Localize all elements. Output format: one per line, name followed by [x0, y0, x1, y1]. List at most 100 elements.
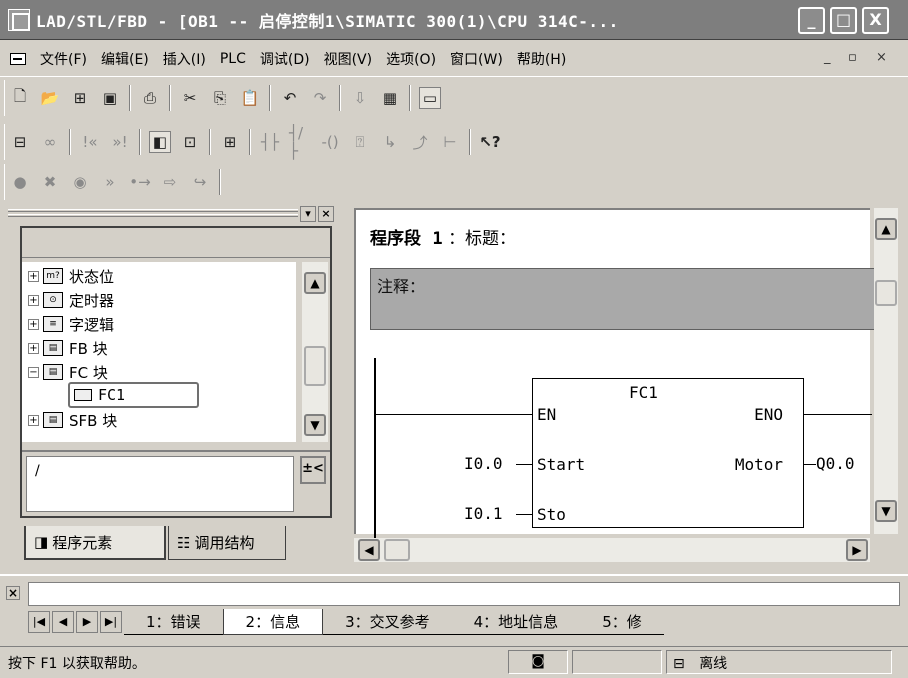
help-pointer-icon[interactable]: ↖? [479, 131, 501, 153]
menu-window[interactable]: 窗口(W) [450, 49, 503, 69]
output-content[interactable] [28, 582, 900, 606]
element-tree[interactable]: + m? 状态位 + ⊙ 定时器 + ≡ 字逻辑 + ▤ FB 块 − ▤ FC… [22, 262, 296, 442]
scroll-down-button[interactable]: ▼ [304, 414, 326, 436]
overview-icon[interactable]: ▭ [419, 87, 441, 109]
motor-operand[interactable]: Q0.0 [816, 454, 855, 473]
delete-breakpoint-icon[interactable]: ✖ [39, 171, 61, 193]
coil-icon[interactable]: -() [319, 131, 341, 153]
mdi-minimize-button[interactable]: _ [824, 50, 831, 65]
output-close-button[interactable]: × [6, 586, 20, 600]
prev-tab-button[interactable]: ◀ [52, 611, 74, 633]
tree-item-fb-blocks[interactable]: + ▤ FB 块 [28, 336, 108, 360]
execute-next-icon[interactable]: ⇨ [159, 171, 181, 193]
close-button[interactable]: X [862, 7, 889, 34]
accessible-nodes-icon[interactable]: ⊞ [69, 87, 91, 109]
network-title[interactable]: 程序段 1 ：标题： [370, 224, 516, 249]
tab-modify[interactable]: 5：修 [580, 609, 664, 635]
tree-item-timers[interactable]: + ⊙ 定时器 [28, 288, 114, 312]
pane-grip[interactable] [8, 214, 298, 217]
program-elements-icon[interactable]: ◧ [149, 131, 171, 153]
pane-grip[interactable] [8, 209, 298, 212]
path-field[interactable]: / [26, 456, 294, 512]
tab-cross-reference[interactable]: 3：交叉参考 [323, 609, 452, 635]
close-branch-icon[interactable]: ⤴ [409, 131, 431, 153]
next-network-icon[interactable]: »! [109, 131, 131, 153]
mdi-restore-button[interactable]: ▫ [848, 50, 857, 65]
tab-errors[interactable]: 1：错误 [124, 609, 223, 635]
editor-vertical-scrollbar[interactable]: ▲ ▼ [874, 208, 898, 534]
tab-address-info[interactable]: 4：地址信息 [451, 609, 581, 635]
path-button[interactable]: ±< [300, 456, 326, 484]
fc1-block[interactable]: FC1 EN ENO Start Motor Sto [532, 378, 804, 528]
tree-item-word-logic[interactable]: + ≡ 字逻辑 [28, 312, 114, 336]
redo-icon[interactable]: ↷ [309, 87, 331, 109]
prev-network-icon[interactable]: !« [79, 131, 101, 153]
network-editor[interactable]: 程序段 1 ：标题： 注释： FC1 EN ENO Start Motor St… [354, 208, 876, 538]
app-icon[interactable] [8, 8, 30, 31]
tree-scrollbar[interactable]: ▲ ▼ [302, 262, 328, 442]
scroll-thumb[interactable] [304, 346, 326, 386]
last-tab-button[interactable]: ▶| [100, 611, 122, 633]
glasses-icon[interactable]: ∞ [39, 131, 61, 153]
first-tab-button[interactable]: |◀ [28, 611, 50, 633]
menu-view[interactable]: 视图(V) [324, 49, 373, 69]
expand-icon[interactable]: + [28, 294, 39, 306]
minimize-button[interactable]: _ [798, 7, 825, 34]
sto-operand[interactable]: I0.1 [464, 504, 503, 523]
connection-icon[interactable]: ⊢ [439, 131, 461, 153]
menu-file[interactable]: 文件(F) [40, 49, 87, 69]
monitor-icon[interactable]: ▦ [379, 87, 401, 109]
menu-debug[interactable]: 调试(D) [260, 49, 310, 69]
download-icon[interactable]: ⇩ [349, 87, 371, 109]
scroll-up-button[interactable]: ▲ [875, 218, 897, 240]
details-icon[interactable]: ⊡ [179, 131, 201, 153]
expand-icon[interactable]: + [28, 270, 39, 282]
paste-icon[interactable]: 📋 [239, 87, 261, 109]
resume-icon[interactable]: •→ [129, 171, 151, 193]
expand-icon[interactable]: + [28, 414, 39, 426]
menu-options[interactable]: 选项(O) [386, 49, 436, 69]
open-branch-icon[interactable]: ↳ [379, 131, 401, 153]
pane-dock-button[interactable]: ▾ [300, 206, 316, 222]
undo-icon[interactable]: ↶ [279, 87, 301, 109]
breakpoint-icon[interactable]: ● [9, 171, 31, 193]
new-network-icon[interactable]: ⊞ [219, 131, 241, 153]
save-icon[interactable]: ▣ [99, 87, 121, 109]
scroll-down-button[interactable]: ▼ [875, 500, 897, 522]
editor-horizontal-scrollbar[interactable]: ◀ ▶ [354, 538, 870, 562]
scroll-right-button[interactable]: ▶ [846, 539, 868, 561]
start-operand[interactable]: I0.0 [464, 454, 503, 473]
mdi-close-button[interactable]: × [876, 50, 887, 65]
next-tab-button[interactable]: ▶ [76, 611, 98, 633]
activate-icon[interactable]: ◉ [69, 171, 91, 193]
collapse-icon[interactable]: − [28, 366, 39, 378]
empty-box-icon[interactable]: ⍰ [349, 131, 371, 153]
copy-icon[interactable]: ⎘ [209, 87, 231, 109]
network-comment[interactable]: 注释： [370, 268, 876, 330]
open-icon[interactable]: 📂 [39, 87, 61, 109]
no-contact-icon[interactable]: ┤├ [259, 131, 281, 153]
expand-icon[interactable]: + [28, 342, 39, 354]
tab-call-structure[interactable]: ☷ 调用结构 [168, 526, 286, 560]
menu-edit[interactable]: 编辑(E) [101, 49, 149, 69]
network-icon[interactable]: ⊟ [9, 131, 31, 153]
nc-contact-icon[interactable]: ┤/├ [289, 124, 311, 160]
pane-close-button[interactable]: × [318, 206, 334, 222]
scroll-thumb[interactable] [384, 539, 410, 561]
menu-plc[interactable]: PLC [220, 51, 246, 67]
new-icon[interactable]: 🗋 [9, 87, 31, 109]
execute-call-icon[interactable]: ↪ [189, 171, 211, 193]
menu-help[interactable]: 帮助(H) [517, 49, 566, 69]
print-icon[interactable]: ⎙ [139, 87, 161, 109]
scroll-left-button[interactable]: ◀ [358, 539, 380, 561]
tree-item-sfb-blocks[interactable]: + ▤ SFB 块 [28, 408, 117, 432]
tree-item-fc-blocks[interactable]: − ▤ FC 块 [28, 360, 108, 384]
scroll-thumb[interactable] [875, 280, 897, 306]
cut-icon[interactable]: ✂ [179, 87, 201, 109]
tree-item-status-bits[interactable]: + m? 状态位 [28, 264, 114, 288]
step-icon[interactable]: » [99, 171, 121, 193]
tree-item-fc1[interactable]: FC1 [68, 382, 200, 408]
menu-insert[interactable]: 插入(I) [163, 49, 206, 69]
tab-info[interactable]: 2：信息 [222, 609, 324, 635]
expand-icon[interactable]: + [28, 318, 39, 330]
